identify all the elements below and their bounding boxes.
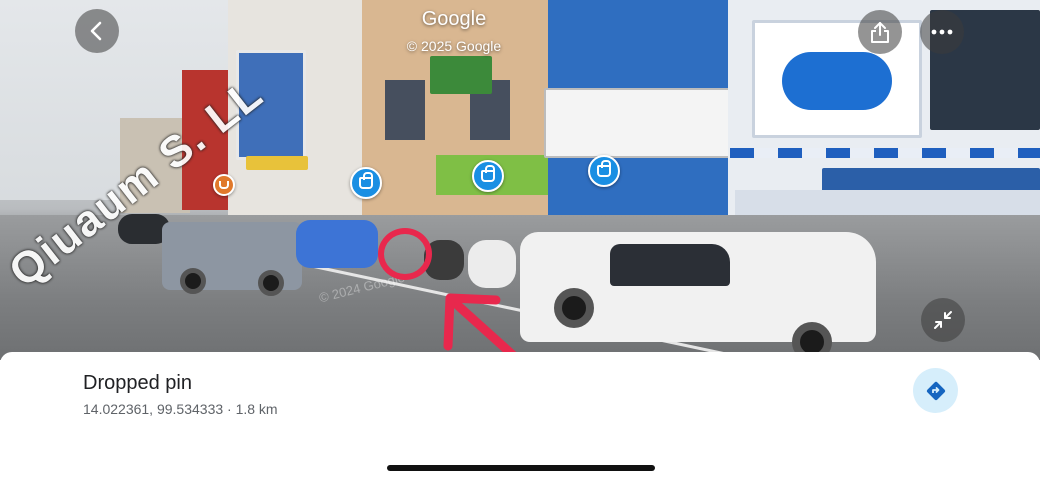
shop-sign-yellow xyxy=(246,156,308,170)
shopping-bag-icon xyxy=(359,172,373,189)
place-marker-shopping[interactable] xyxy=(472,160,504,192)
shopping-bag-icon xyxy=(481,165,495,182)
shop-sign-blue-logo xyxy=(782,52,892,110)
place-bottom-sheet[interactable]: Dropped pin 14.022361, 99.534333 · 1.8 k… xyxy=(0,352,1040,480)
share-button[interactable] xyxy=(858,10,902,54)
shop-sign-banner xyxy=(822,168,1040,192)
place-name: Dropped pin xyxy=(83,372,192,394)
collapse-icon xyxy=(934,311,952,329)
car-blue xyxy=(296,220,378,268)
more-horizontal-icon xyxy=(931,29,953,35)
coffee-cup-icon xyxy=(219,181,229,189)
place-marker-cafe[interactable] xyxy=(213,174,235,196)
place-marker-shopping[interactable] xyxy=(350,167,382,199)
collapse-button[interactable] xyxy=(921,298,965,342)
awning-stripe xyxy=(730,148,1040,158)
wheel xyxy=(554,288,594,328)
shop-sign-white xyxy=(544,88,734,158)
page-title: Google xyxy=(421,8,487,30)
street-view-image[interactable]: Qiuaum S. LL © 2024 Google xyxy=(0,0,1040,360)
chevron-left-icon xyxy=(90,21,102,41)
place-marker-shopping[interactable] xyxy=(588,155,620,187)
wheel xyxy=(180,268,206,294)
place-coordinates: 14.022361, 99.534333 · 1.8 km xyxy=(83,401,278,417)
pickup-window xyxy=(610,244,730,286)
shop-sign-green xyxy=(430,56,492,94)
home-indicator[interactable] xyxy=(387,465,655,471)
shopping-bag-icon xyxy=(597,160,611,177)
annotation-circle xyxy=(378,228,432,280)
copyright-text: © 2025 Google xyxy=(406,38,502,54)
more-options-button[interactable] xyxy=(920,10,964,54)
share-icon xyxy=(871,22,889,43)
back-button[interactable] xyxy=(75,9,119,53)
wheel xyxy=(258,270,284,296)
directions-icon xyxy=(926,381,945,400)
directions-button[interactable] xyxy=(913,368,958,413)
annotation-arrow xyxy=(443,293,526,360)
scooter-white xyxy=(468,240,516,288)
window xyxy=(385,80,425,140)
